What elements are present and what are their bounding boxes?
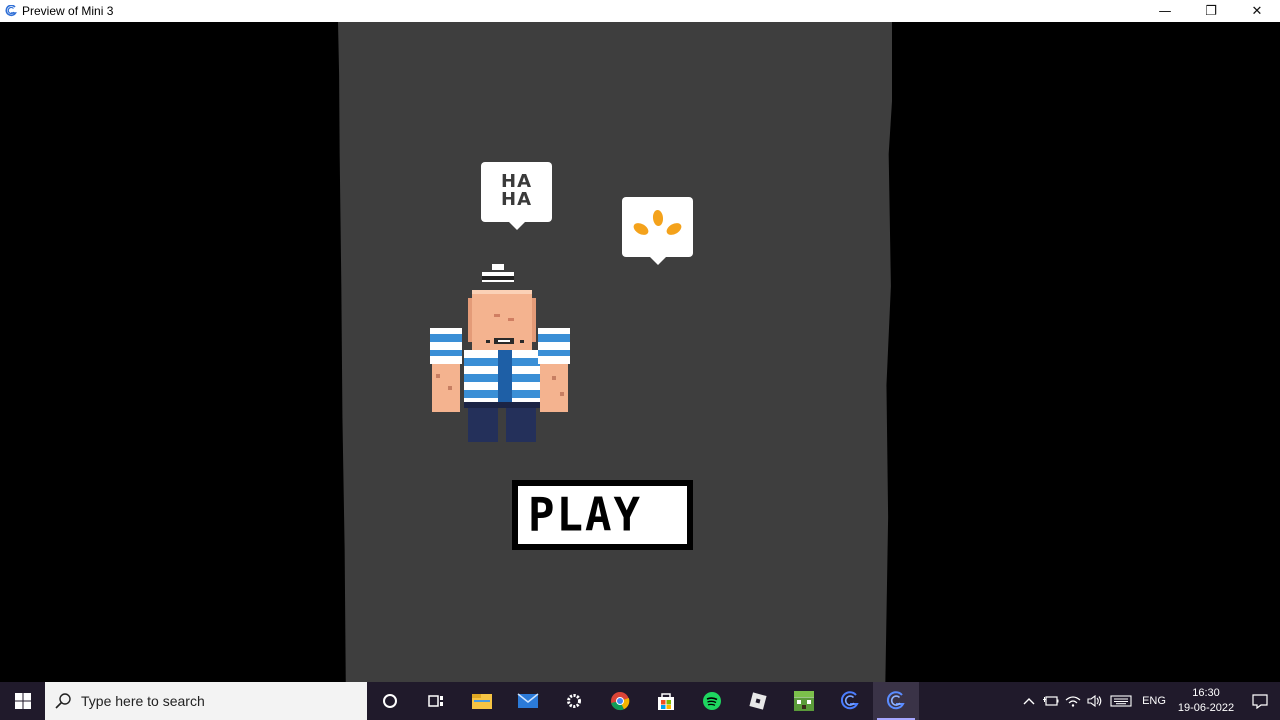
gear-icon [567,694,581,708]
minecraft-button[interactable] [781,682,827,720]
keyboard-icon [1110,695,1132,707]
clock-date: 19-06-2022 [1177,702,1235,714]
game-canvas[interactable] [338,22,892,682]
haha-speech-bubble: HA HA [481,162,552,222]
store-icon [658,693,674,710]
close-button[interactable]: ✕ [1234,0,1280,22]
wifi-button[interactable] [1062,682,1084,720]
window-controls: — ❐ ✕ [1142,0,1280,22]
show-hidden-icons-button[interactable] [1018,682,1040,720]
sweat-drops-icon [633,210,682,235]
gdevelop-app-icon [5,5,17,17]
file-explorer-button[interactable] [459,682,505,720]
clock-time: 16:30 [1192,687,1220,699]
haha-text: HA HA [481,173,552,209]
play-button-inner[interactable]: PLAY [518,486,687,544]
roblox-button[interactable] [735,682,781,720]
task-view-button[interactable] [413,682,459,720]
clock[interactable]: 16:30 19-06-2022 [1172,686,1240,716]
gdevelop-button[interactable] [827,682,873,720]
settings-button[interactable] [551,682,597,720]
language-indicator[interactable]: ENG [1136,695,1172,707]
task-view-icon [428,695,443,707]
taskbar-search-box[interactable]: Type here to search [45,682,367,720]
window-title: Preview of Mini 3 [22,4,114,18]
search-placeholder: Type here to search [81,693,205,709]
sweat-speech-bubble [622,197,693,257]
volume-icon [1087,695,1102,707]
spotify-icon [703,692,721,710]
start-button[interactable] [0,682,45,720]
sailor-character [430,264,570,442]
minecraft-icon [794,691,814,711]
gdevelop-icon [840,691,859,710]
minimize-button[interactable]: — [1142,0,1188,22]
chrome-button[interactable] [597,682,643,720]
wifi-icon [1065,696,1081,707]
haha-line-2: HA [501,189,532,210]
cortana-button[interactable] [367,682,413,720]
battery-button[interactable] [1040,682,1062,720]
gdevelop-preview-icon [886,691,905,710]
search-icon [55,693,71,709]
notification-center-button[interactable] [1240,682,1280,720]
chevron-up-icon [1023,698,1035,705]
restore-button[interactable]: ❐ [1188,0,1234,22]
file-explorer-icon [472,694,492,709]
store-button[interactable] [643,682,689,720]
mail-icon [517,693,539,708]
touch-keyboard-button[interactable] [1106,682,1136,720]
window-titlebar: Preview of Mini 3 — ❐ ✕ [0,0,1280,22]
windows-logo-icon [14,693,31,709]
chrome-icon [611,692,630,711]
system-tray: ENG 16:30 19-06-2022 [1018,682,1280,720]
cortana-icon [383,694,397,708]
gdevelop-preview-button[interactable] [873,682,919,720]
mail-button[interactable] [505,682,551,720]
spotify-button[interactable] [689,682,735,720]
notification-icon [1252,694,1268,709]
battery-icon [1043,696,1059,706]
play-label: PLAY [528,488,642,542]
volume-button[interactable] [1084,682,1106,720]
roblox-icon [749,692,767,710]
windows-taskbar: Type here to search ENG 16:30 19-06-2022 [0,682,1280,720]
play-button[interactable]: PLAY [512,480,693,550]
